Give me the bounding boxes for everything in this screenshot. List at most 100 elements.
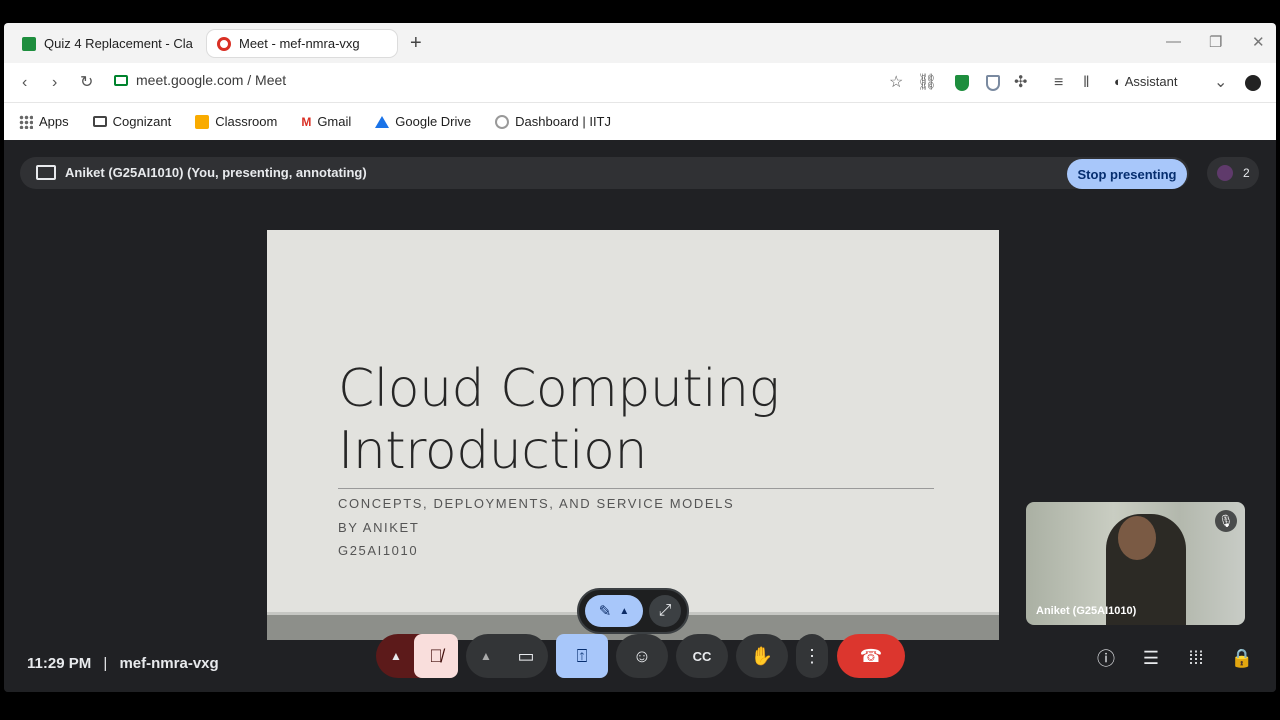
present-button[interactable]: ⍐ — [556, 634, 608, 678]
back-icon[interactable]: ‹ — [22, 73, 27, 93]
bookmark-gmail[interactable]: M Gmail — [301, 114, 351, 129]
clock: 11:29 PM — [27, 655, 92, 672]
gmail-icon: M — [301, 114, 312, 129]
chevron-down-icon[interactable]: ⌄ — [1214, 73, 1227, 93]
bookmark-google-drive[interactable]: Google Drive — [375, 114, 471, 129]
close-window-button[interactable]: ✕ — [1252, 33, 1265, 51]
dashboard-icon — [495, 114, 510, 129]
meeting-info-text: 11:29 PM | mef-nmra-vxg — [27, 655, 219, 672]
assistant-icon: ◐ — [1114, 74, 1125, 89]
drive-icon — [375, 115, 390, 128]
screen: Quiz 4 Replacement - Cla Meet - mef-nmra… — [0, 0, 1280, 720]
meeting-code: mef-nmra-vxg — [119, 655, 219, 672]
stop-presenting-button[interactable]: Stop presenting — [1067, 159, 1187, 189]
separator: | — [103, 655, 108, 672]
shield-extension-icon[interactable] — [955, 75, 969, 91]
profile-avatar[interactable] — [1245, 75, 1261, 91]
host-controls-lock-icon[interactable]: 🔒 — [1230, 646, 1254, 670]
star-icon[interactable]: ☆ — [889, 73, 903, 93]
self-view-name: Aniket (G25AI1010) — [1036, 605, 1137, 617]
tab-label: Meet - mef-nmra-vxg — [239, 36, 360, 51]
mic-control-group: ▲ 🎙̸ — [376, 634, 458, 678]
assistant-button[interactable]: ◐ Assistant — [1114, 74, 1178, 89]
bookmark-cognizant[interactable]: Cognizant — [92, 114, 172, 129]
meet-site-icon — [114, 74, 128, 86]
privacy-extension-icon[interactable] — [986, 75, 1000, 91]
more-vert-icon: ⋮ — [803, 645, 821, 666]
browser-toolbar: ‹ › ↻ meet.google.com / Meet ☆ ⛓ ✣ ≡ ‖ ◐… — [4, 63, 1276, 103]
slide-id: G25AI1010 — [338, 543, 419, 558]
participant-avatar-icon — [1217, 165, 1233, 181]
info-icon[interactable]: ⓘ — [1094, 646, 1118, 670]
forward-icon[interactable]: › — [52, 73, 57, 93]
bookmark-label: Apps — [39, 114, 69, 129]
raise-hand-button[interactable]: ✋ — [736, 634, 788, 678]
chat-icon[interactable]: ☰ — [1139, 646, 1163, 670]
bookmark-apps[interactable]: Apps — [19, 114, 69, 129]
presentation-slide: Cloud Computing Introduction CONCEPTS, D… — [267, 230, 999, 640]
reload-icon[interactable]: ↻ — [80, 73, 93, 93]
reactions-button[interactable]: ☺ — [616, 634, 668, 678]
present-screen-icon: ⍐ — [576, 645, 588, 666]
camera-icon: ▭ — [517, 645, 535, 666]
classroom-icon — [22, 36, 36, 51]
url-text: meet.google.com / Meet — [136, 72, 287, 88]
tab-strip: Quiz 4 Replacement - Cla Meet - mef-nmra… — [4, 23, 1276, 63]
captions-button[interactable]: CC — [676, 634, 728, 678]
expand-icon[interactable]: ⤢ — [649, 595, 681, 627]
pen-icon: ✎ — [598, 603, 612, 620]
bookmark-label: Gmail — [317, 114, 352, 129]
tab-classroom[interactable]: Quiz 4 Replacement - Cla — [12, 30, 204, 57]
address-bar[interactable]: meet.google.com / Meet — [114, 72, 286, 88]
captions-icon: CC — [692, 648, 712, 664]
presenting-banner: Aniket (G25AI1010) (You, presenting, ann… — [20, 157, 1189, 189]
bookmark-label: Google Drive — [395, 114, 472, 129]
slide-subtitle: CONCEPTS, DEPLOYMENTS, AND SERVICE MODEL… — [338, 496, 735, 511]
bookmarks-bar: Apps Cognizant Classroom M Gmail Google … — [4, 103, 1276, 140]
folder-icon — [92, 116, 107, 127]
bookmark-dashboard[interactable]: Dashboard | IITJ — [495, 114, 611, 129]
camera-control-group: ▲ ▭ — [466, 634, 548, 678]
presenting-text: Aniket (G25AI1010) (You, presenting, ann… — [65, 165, 367, 180]
slide-author: BY ANIKET — [338, 520, 420, 535]
classroom-icon — [195, 114, 210, 129]
bookmark-label: Cognizant — [112, 114, 172, 129]
link-icon[interactable]: ⛓ — [917, 73, 937, 93]
minimize-button[interactable]: — — [1166, 33, 1181, 50]
leave-call-button[interactable]: ☎ — [837, 634, 905, 678]
self-view-tile[interactable]: 🎙 Aniket (G25AI1010) — [1026, 502, 1245, 625]
participant-count: 2 — [1243, 166, 1250, 180]
caret-up-icon: ▲ — [619, 605, 630, 617]
mic-off-icon: 🎙̸ — [429, 645, 443, 666]
bookmark-classroom[interactable]: Classroom — [195, 114, 277, 129]
browser-window: Quiz 4 Replacement - Cla Meet - mef-nmra… — [4, 23, 1276, 692]
recording-icon — [217, 36, 231, 51]
extensions-icon[interactable]: ✣ — [1014, 73, 1027, 93]
slide-title: Cloud Computing Introduction — [338, 358, 780, 482]
more-options-button[interactable]: ⋮ — [796, 634, 828, 678]
hand-icon: ✋ — [750, 645, 774, 666]
mic-options-chevron-icon[interactable]: ▲ — [376, 634, 416, 678]
apps-grid-icon[interactable]: ⁞⁞⁞ — [1184, 646, 1208, 670]
camera-options-chevron-icon[interactable]: ▲ — [466, 634, 506, 678]
reading-list-icon[interactable]: ≡ — [1054, 73, 1063, 93]
slide-title-line2: Introduction — [338, 421, 647, 481]
bookmark-label: Classroom — [215, 114, 278, 129]
participant-head — [1118, 516, 1156, 560]
present-screen-icon — [36, 165, 56, 180]
meet-area: Aniket (G25AI1010) (You, presenting, ann… — [4, 140, 1276, 692]
annotate-pen-button[interactable]: ✎ ▲ — [585, 595, 643, 627]
tab-meet[interactable]: Meet - mef-nmra-vxg — [207, 30, 397, 57]
new-tab-button[interactable]: + — [410, 31, 422, 55]
assistant-label: Assistant — [1124, 74, 1178, 89]
camera-button[interactable]: ▭ — [504, 634, 548, 678]
tab-label: Quiz 4 Replacement - Cla — [44, 36, 193, 51]
audio-icon[interactable]: ‖ — [1083, 73, 1090, 93]
phone-hangup-icon: ☎ — [859, 645, 883, 666]
apps-grid-icon — [19, 114, 33, 129]
restore-button[interactable]: ❐ — [1209, 33, 1222, 51]
participants-button[interactable]: 2 — [1207, 157, 1259, 189]
slide-divider — [338, 488, 934, 489]
mic-off-button[interactable]: 🎙̸ — [414, 634, 458, 678]
mic-off-icon: 🎙 — [1215, 510, 1237, 532]
